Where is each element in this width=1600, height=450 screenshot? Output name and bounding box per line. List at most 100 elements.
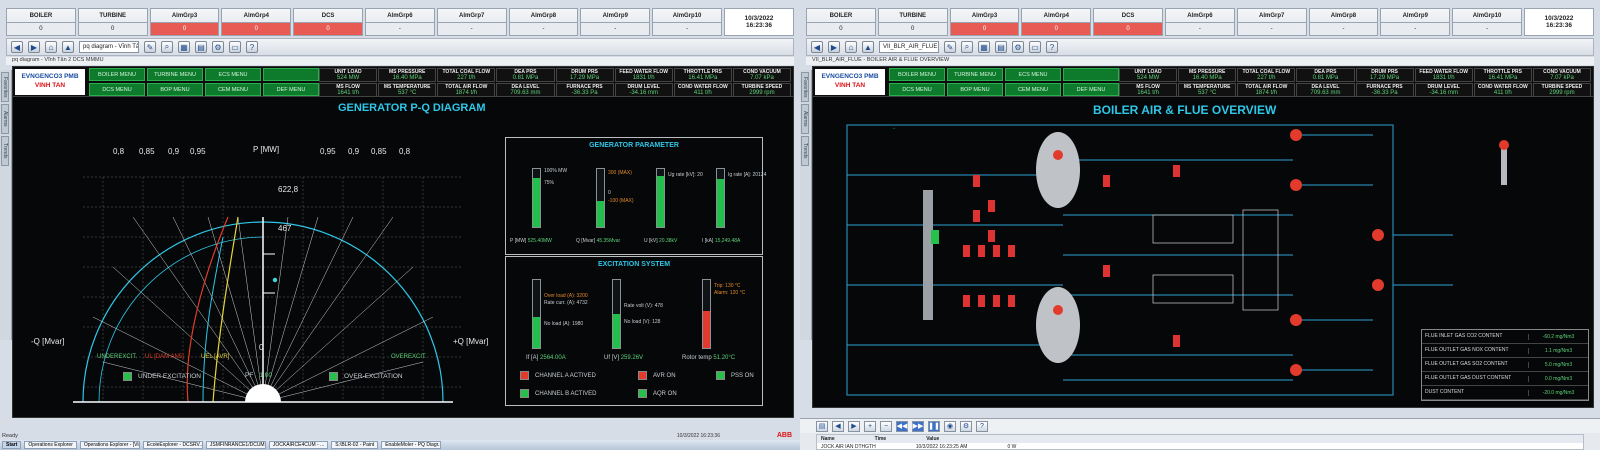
nav-bop-menu[interactable]: BOP MENU: [147, 83, 203, 96]
bar-uf-fill: [613, 314, 620, 348]
pf-right-095: 0,95: [320, 147, 336, 156]
task-6[interactable]: S:\BLR-02 - Paint: [331, 441, 379, 449]
nav-turbine-menu[interactable]: TURBINE MENU: [947, 68, 1003, 81]
view-icon[interactable]: ◉: [944, 420, 956, 432]
alarm-grp4[interactable]: AlmGrp4 0: [221, 8, 292, 36]
zoom-in-icon[interactable]: +: [864, 420, 876, 432]
fast-forward-icon[interactable]: ▶▶: [912, 420, 924, 432]
task-5[interactable]: JOCKAIRCE4CUM - ...: [268, 441, 329, 449]
task-7[interactable]: EnableMoler - PQ Diagr...: [381, 441, 442, 449]
layout-icon[interactable]: ▦: [178, 41, 190, 53]
side-tab-favorites[interactable]: Favorites: [1, 72, 9, 102]
alarm-turbine[interactable]: TURBINE 0: [877, 8, 948, 36]
print-icon[interactable]: ▤: [816, 420, 828, 432]
bar-if-fill: [533, 317, 540, 348]
help-icon[interactable]: ?: [246, 41, 258, 53]
alarm-dcs[interactable]: DCS 0: [293, 8, 363, 36]
nav-boiler-menu[interactable]: BOILER MENU: [89, 68, 145, 81]
avr-on-led: [638, 371, 647, 380]
alarm-grp6[interactable]: AlmGrp6-: [364, 8, 435, 36]
nav-ecs-menu[interactable]: ECS MENU: [205, 68, 261, 81]
nav-dcs-menu[interactable]: DCS MENU: [889, 83, 945, 96]
address-field[interactable]: pq diagram - Vĩnh Tân 2 DCS MMMU: [79, 41, 139, 53]
nav-blank[interactable]: [263, 68, 319, 81]
flow-label-1: →: [891, 125, 896, 131]
side-tab-alarms[interactable]: Alarms: [801, 104, 809, 134]
alarm-grp4[interactable]: AlmGrp4 0: [1021, 8, 1092, 36]
side-tab-favorites[interactable]: Favorites: [801, 72, 809, 102]
alarm-grp7[interactable]: AlmGrp7-: [436, 8, 507, 36]
side-tab-trends[interactable]: Trends: [801, 136, 809, 166]
nav-def-menu[interactable]: DEF MENU: [263, 83, 319, 96]
help-icon[interactable]: ?: [976, 420, 988, 432]
task-1[interactable]: Operations Explorer: [24, 441, 77, 449]
nav-boiler-menu[interactable]: BOILER MENU: [889, 68, 945, 81]
alarm-grp10[interactable]: AlmGrp10-: [652, 8, 722, 36]
event-list: Name Time Value JOCK AIR IAN DTHGTH 10/3/20…: [816, 434, 1584, 450]
up-icon[interactable]: ▲: [862, 41, 874, 53]
alarm-grp7[interactable]: AlmGrp7-: [1236, 8, 1307, 36]
alarm-grp3[interactable]: AlmGrp3 0: [949, 8, 1020, 36]
layout-icon[interactable]: ▦: [978, 41, 990, 53]
pf-right-09: 0,9: [348, 147, 360, 156]
zoom-out-icon[interactable]: −: [880, 420, 892, 432]
kpi-ms-pressure: MS PRESSURE 16.40 MPa: [1178, 68, 1237, 82]
search-icon[interactable]: ⌕: [961, 41, 973, 53]
forward-icon[interactable]: ▶: [828, 41, 840, 53]
q-mark-min: -100 (MAX): [608, 198, 634, 204]
home-icon[interactable]: ⌂: [845, 41, 857, 53]
alarm-grp10[interactable]: AlmGrp10-: [1452, 8, 1522, 36]
kpi-drum-level: DRUM LEVEL -34.16 mm: [614, 83, 673, 97]
pause-icon[interactable]: ❚❚: [928, 420, 940, 432]
kpi-dea-prs: DEA PRS 0.81 MPa: [1296, 68, 1355, 82]
back-icon[interactable]: ◀: [832, 420, 844, 432]
alarm-turbine[interactable]: TURBINE 0: [77, 8, 148, 36]
rewind-icon[interactable]: ◀◀: [896, 420, 908, 432]
print-icon[interactable]: ▤: [995, 41, 1007, 53]
nav-ecs-menu[interactable]: ECS MENU: [1005, 68, 1061, 81]
window-icon[interactable]: ▭: [229, 41, 241, 53]
if-overload: Over load (A): 3200: [544, 293, 588, 299]
nav-dcs-menu[interactable]: DCS MENU: [89, 83, 145, 96]
pf-left-08: 0,8: [113, 147, 125, 156]
alarm-grp8[interactable]: AlmGrp8-: [508, 8, 579, 36]
event-row[interactable]: JOCK AIR IAN DTHGTH 10/3/2022 16:23:25 AM…: [817, 443, 1583, 450]
nav-turbine-menu[interactable]: TURBINE MENU: [147, 68, 203, 81]
settings-icon[interactable]: ⚙: [1012, 41, 1024, 53]
back-icon[interactable]: ◀: [11, 41, 23, 53]
tools-icon[interactable]: ✎: [144, 41, 156, 53]
led-avr-on: AVR ON: [638, 371, 676, 380]
task-2[interactable]: Operations Explorer - [Vin...: [79, 441, 140, 449]
alarm-boiler[interactable]: BOILER 0: [806, 8, 876, 36]
side-tab-trends[interactable]: Trends: [1, 136, 9, 166]
side-tab-alarms[interactable]: Alarms: [1, 104, 9, 134]
task-4[interactable]: JSMFINRANCE1/DCUM...: [205, 441, 266, 449]
window-icon[interactable]: ▭: [1029, 41, 1041, 53]
forward-icon[interactable]: ▶: [28, 41, 40, 53]
help-icon[interactable]: ?: [1046, 41, 1058, 53]
nav-cem-menu[interactable]: CEM MENU: [205, 83, 261, 96]
nav-blank[interactable]: [1063, 68, 1119, 81]
forward-icon[interactable]: ▶: [848, 420, 860, 432]
alarm-grp3[interactable]: AlmGrp3 0: [149, 8, 220, 36]
task-3[interactable]: EcoleExplorer - DCSRV...: [142, 441, 203, 449]
nav-bop-menu[interactable]: BOP MENU: [947, 83, 1003, 96]
alarm-grp9[interactable]: AlmGrp9-: [580, 8, 651, 36]
alarm-boiler[interactable]: BOILER 0: [6, 8, 76, 36]
alarm-grp6[interactable]: AlmGrp6-: [1164, 8, 1235, 36]
nav-def-menu[interactable]: DEF MENU: [1063, 83, 1119, 96]
settings-icon[interactable]: ⚙: [960, 420, 972, 432]
alarm-grp8[interactable]: AlmGrp8-: [1308, 8, 1379, 36]
print-icon[interactable]: ▤: [195, 41, 207, 53]
alarm-dcs[interactable]: DCS 0: [1093, 8, 1163, 36]
address-field[interactable]: VII_BLR_AIR_FLUE: [879, 41, 939, 53]
search-icon[interactable]: ⌕: [161, 41, 173, 53]
back-icon[interactable]: ◀: [811, 41, 823, 53]
settings-icon[interactable]: ⚙: [212, 41, 224, 53]
home-icon[interactable]: ⌂: [45, 41, 57, 53]
start-button[interactable]: Start: [2, 441, 22, 449]
tools-icon[interactable]: ✎: [944, 41, 956, 53]
up-icon[interactable]: ▲: [62, 41, 74, 53]
nav-cem-menu[interactable]: CEM MENU: [1005, 83, 1061, 96]
alarm-grp9[interactable]: AlmGrp9-: [1380, 8, 1451, 36]
